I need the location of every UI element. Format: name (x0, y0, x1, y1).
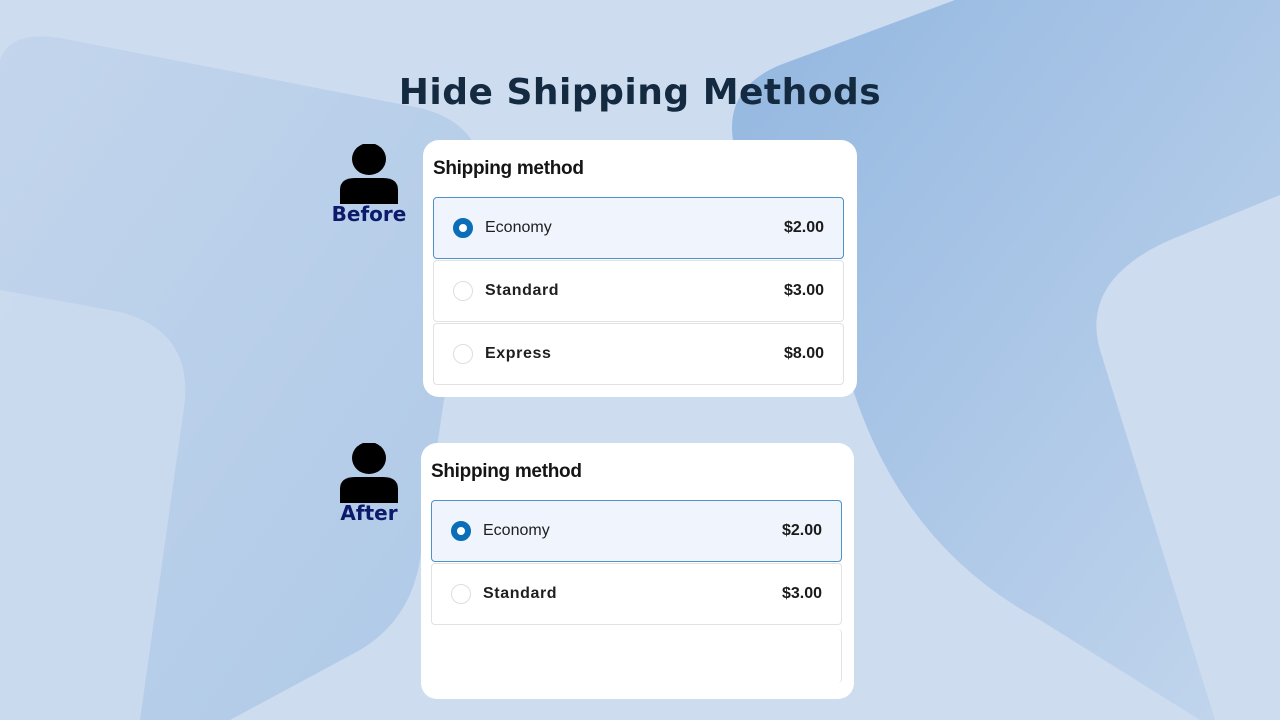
persona-label-after: After (340, 501, 398, 525)
shipping-option-economy[interactable]: Economy $2.00 (431, 500, 842, 562)
option-label: Economy (483, 522, 550, 539)
radio-checked-icon[interactable] (451, 521, 471, 541)
option-label: Express (485, 345, 552, 362)
shipping-options-after: Economy $2.00 Standard $3.00 (431, 500, 842, 683)
persona-before: Before (329, 144, 409, 226)
card-title: Shipping method (431, 461, 582, 482)
shipping-card-before: Shipping method Economy $2.00 Standard $… (423, 140, 857, 397)
option-price: $3.00 (781, 585, 822, 602)
shipping-option-express[interactable]: Express $8.00 (433, 323, 844, 385)
radio-unchecked-icon[interactable] (453, 281, 473, 301)
card-title: Shipping method (433, 158, 584, 179)
option-price: $2.00 (783, 219, 824, 236)
hidden-option-placeholder (431, 629, 842, 683)
option-label: Standard (485, 282, 560, 299)
persona-label-before: Before (331, 202, 407, 226)
radio-unchecked-icon[interactable] (451, 584, 471, 604)
option-label: Economy (485, 219, 552, 236)
option-price: $8.00 (783, 345, 824, 362)
persona-after: After (329, 443, 409, 525)
page-title: Hide Shipping Methods (398, 72, 882, 113)
shipping-option-standard[interactable]: Standard $3.00 (431, 563, 842, 625)
shipping-option-standard[interactable]: Standard $3.00 (433, 260, 844, 322)
option-price: $2.00 (781, 522, 822, 539)
user-icon (340, 443, 398, 503)
shipping-options-before: Economy $2.00 Standard $3.00 Express $8.… (433, 197, 844, 385)
option-price: $3.00 (783, 282, 824, 299)
user-icon (340, 144, 398, 204)
shipping-option-economy[interactable]: Economy $2.00 (433, 197, 844, 259)
radio-unchecked-icon[interactable] (453, 344, 473, 364)
shipping-card-after: Shipping method Economy $2.00 Standard $… (421, 443, 854, 699)
option-label: Standard (483, 585, 558, 602)
radio-checked-icon[interactable] (453, 218, 473, 238)
